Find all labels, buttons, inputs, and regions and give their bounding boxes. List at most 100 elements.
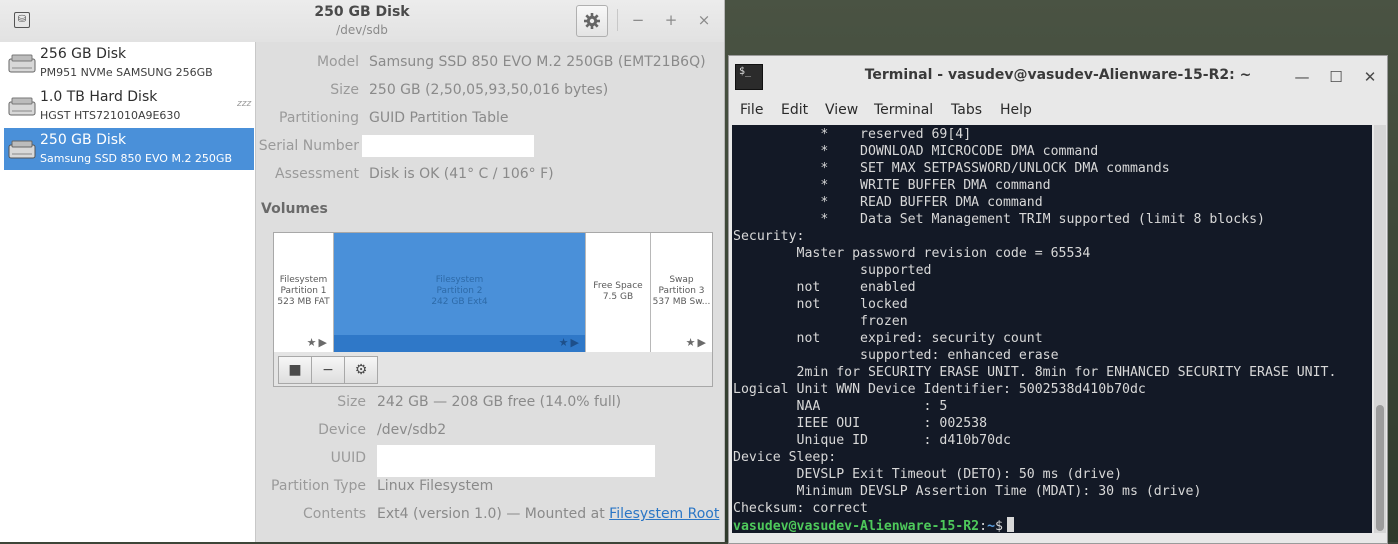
scrollbar-thumb[interactable] (1376, 405, 1384, 531)
size-value: 250 GB (2,50,05,93,50,016 bytes) (369, 82, 609, 98)
partitioning-label: Partitioning (279, 110, 359, 126)
sleep-indicator-icon: zzz (237, 99, 252, 109)
disk-model: PM951 NVMe SAMSUNG 256GB (40, 66, 213, 79)
partition-info: Filesystem Partition 2 242 GB Ext4 (334, 275, 585, 308)
serial-number-redacted (362, 135, 534, 157)
partition-line: 523 MB FAT (277, 297, 330, 307)
disk-details-panel: Model Samsung SSD 850 EVO M.2 250GB (EMT… (256, 42, 724, 542)
terminal-line: supported (733, 263, 932, 278)
disk-list-item-selected[interactable]: 250 GB Disk Samsung SSD 850 EVO M.2 250G… (4, 128, 254, 170)
partition-line: Partition 3 (658, 286, 705, 296)
partition-block[interactable]: Filesystem Partition 1 523 MB FAT ★▶ (274, 233, 334, 352)
size-label: Size (330, 82, 359, 98)
filesystem-root-link[interactable]: Filesystem Root (609, 506, 719, 522)
terminal-window: $_ Terminal - vasudev@vasudev-Alienware-… (728, 55, 1388, 544)
disk-list: 256 GB Disk PM951 NVMe SAMSUNG 256GB 1.0… (0, 42, 256, 542)
prompt-symbol: $ (995, 519, 1003, 533)
partition-block-selected[interactable]: Filesystem Partition 2 242 GB Ext4 ★▶ (334, 233, 586, 352)
disks-titlebar[interactable]: ⛁ 250 GB Disk /dev/sdb − + × (0, 0, 724, 43)
hard-drive-icon (8, 54, 36, 73)
disks-window: ⛁ 250 GB Disk /dev/sdb − + × 256 GB Disk… (0, 0, 725, 542)
terminal-line: Master password revision code = 65534 (733, 246, 1091, 261)
text-cursor (1007, 517, 1014, 532)
terminal-line: NAA : 5 (733, 399, 948, 414)
uuid-redacted (377, 445, 655, 477)
maximize-button[interactable]: + (661, 10, 681, 30)
partition-line: 537 MB Sw... (652, 297, 711, 307)
mount-star-play-icon: ★▶ (306, 336, 329, 349)
contents-text: Ext4 (version 1.0) — Mounted at (377, 506, 610, 522)
terminal-line: Logical Unit WWN Device Identifier: 5002… (733, 382, 1146, 397)
terminal-line: supported: enhanced erase (733, 348, 1059, 363)
menu-tabs[interactable]: Tabs (951, 102, 982, 118)
model-label: Model (316, 54, 359, 70)
partition-type-value: Linux Filesystem (377, 478, 494, 494)
menu-file[interactable]: File (740, 102, 763, 118)
window-subtitle: /dev/sdb (336, 23, 388, 37)
terminal-line: * READ BUFFER DMA command (733, 195, 1043, 210)
terminal-line: * reserved 69[4] (733, 127, 972, 142)
maximize-button[interactable]: ☐ (1325, 66, 1347, 88)
minimize-button[interactable]: − (628, 10, 648, 30)
terminal-titlebar[interactable]: $_ Terminal - vasudev@vasudev-Alienware-… (729, 56, 1387, 98)
mount-star-play-icon: ★▶ (685, 336, 708, 349)
serial-number-label: Serial Number (258, 138, 359, 154)
partition-usage-bar (334, 335, 585, 352)
assessment-value: Disk is OK (41° C / 106° F) (369, 166, 554, 182)
minimize-button[interactable]: — (1291, 66, 1313, 88)
close-button[interactable]: × (694, 10, 714, 30)
model-value: Samsung SSD 850 EVO M.2 250GB (EMT21B6Q) (369, 54, 706, 70)
device-label: Device (318, 422, 366, 438)
window-title: 250 GB Disk (314, 4, 410, 20)
terminal-line: * WRITE BUFFER DMA command (733, 178, 1051, 193)
unmount-stop-button[interactable]: ■ (278, 356, 312, 384)
free-space-block[interactable]: Free Space 7.5 GB (586, 233, 651, 352)
drive-options-button[interactable] (576, 5, 608, 37)
terminal-scrollbar[interactable] (1374, 125, 1386, 533)
partition-block[interactable]: Swap Partition 3 537 MB Sw... ★▶ (651, 233, 712, 352)
partition-type-label: Partition Type (271, 478, 366, 494)
terminal-line: Device Sleep: (733, 450, 837, 465)
menu-help[interactable]: Help (1000, 102, 1032, 118)
terminal-line: not enabled (733, 280, 916, 295)
partition-info: Filesystem Partition 1 523 MB FAT (274, 275, 333, 308)
terminal-line: IEEE OUI : 002538 (733, 416, 988, 431)
partition-line: Swap (669, 275, 694, 285)
disk-model: HGST HTS721010A9E630 (40, 109, 181, 122)
menu-terminal[interactable]: Terminal (874, 102, 933, 118)
disk-model: Samsung SSD 850 EVO M.2 250GB (40, 152, 233, 165)
prompt-path: ~ (987, 519, 996, 533)
close-button[interactable]: ✕ (1359, 66, 1381, 88)
menu-edit[interactable]: Edit (781, 102, 808, 118)
titlebar-separator (617, 9, 618, 31)
volume-toolbar: ■ − ⚙ (273, 352, 713, 387)
partition-line: Free Space (593, 281, 643, 291)
disk-list-item[interactable]: 256 GB Disk PM951 NVMe SAMSUNG 256GB (4, 42, 254, 84)
partition-options-button[interactable]: ⚙ (344, 356, 378, 384)
terminal-line: not expired: security count (733, 331, 1043, 346)
volumes-heading: Volumes (261, 201, 328, 217)
shell-prompt[interactable]: vasudev@vasudev-Alienware-15-R2:~$ (733, 517, 1014, 533)
terminal-line: not locked (733, 297, 908, 312)
terminal-line: * Data Set Management TRIM supported (li… (733, 212, 1265, 227)
terminal-line: 2min for SECURITY ERASE UNIT. 8min for E… (733, 365, 1337, 380)
terminal-line: DEVSLP Exit Timeout (DETO): 50 ms (drive… (733, 467, 1123, 482)
volume-map: Filesystem Partition 1 523 MB FAT ★▶ Fil… (273, 232, 713, 353)
partition-line: 242 GB Ext4 (431, 297, 488, 307)
partition-line: Filesystem (279, 275, 328, 285)
disk-list-item[interactable]: 1.0 TB Hard Disk HGST HTS721010A9E630 zz… (4, 85, 254, 127)
contents-value: Ext4 (version 1.0) — Mounted at Filesyst… (377, 506, 719, 522)
terminal-line: frozen (733, 314, 908, 329)
terminal-output: * reserved 69[4] * DOWNLOAD MICROCODE DM… (732, 126, 1336, 517)
menu-view[interactable]: View (825, 102, 858, 118)
terminal-line: Unique ID : d410b70dc (733, 433, 1011, 448)
delete-partition-button[interactable]: − (311, 356, 345, 384)
hard-drive-icon (8, 97, 36, 116)
partition-info: Swap Partition 3 537 MB Sw... (651, 275, 712, 308)
uuid-label: UUID (330, 450, 366, 466)
disk-name: 250 GB Disk (40, 132, 127, 148)
terminal-screen[interactable]: * reserved 69[4] * DOWNLOAD MICROCODE DM… (732, 125, 1372, 533)
volume-size-label: Size (337, 394, 366, 410)
terminal-line: * DOWNLOAD MICROCODE DMA command (733, 144, 1099, 159)
contents-label: Contents (303, 506, 366, 522)
